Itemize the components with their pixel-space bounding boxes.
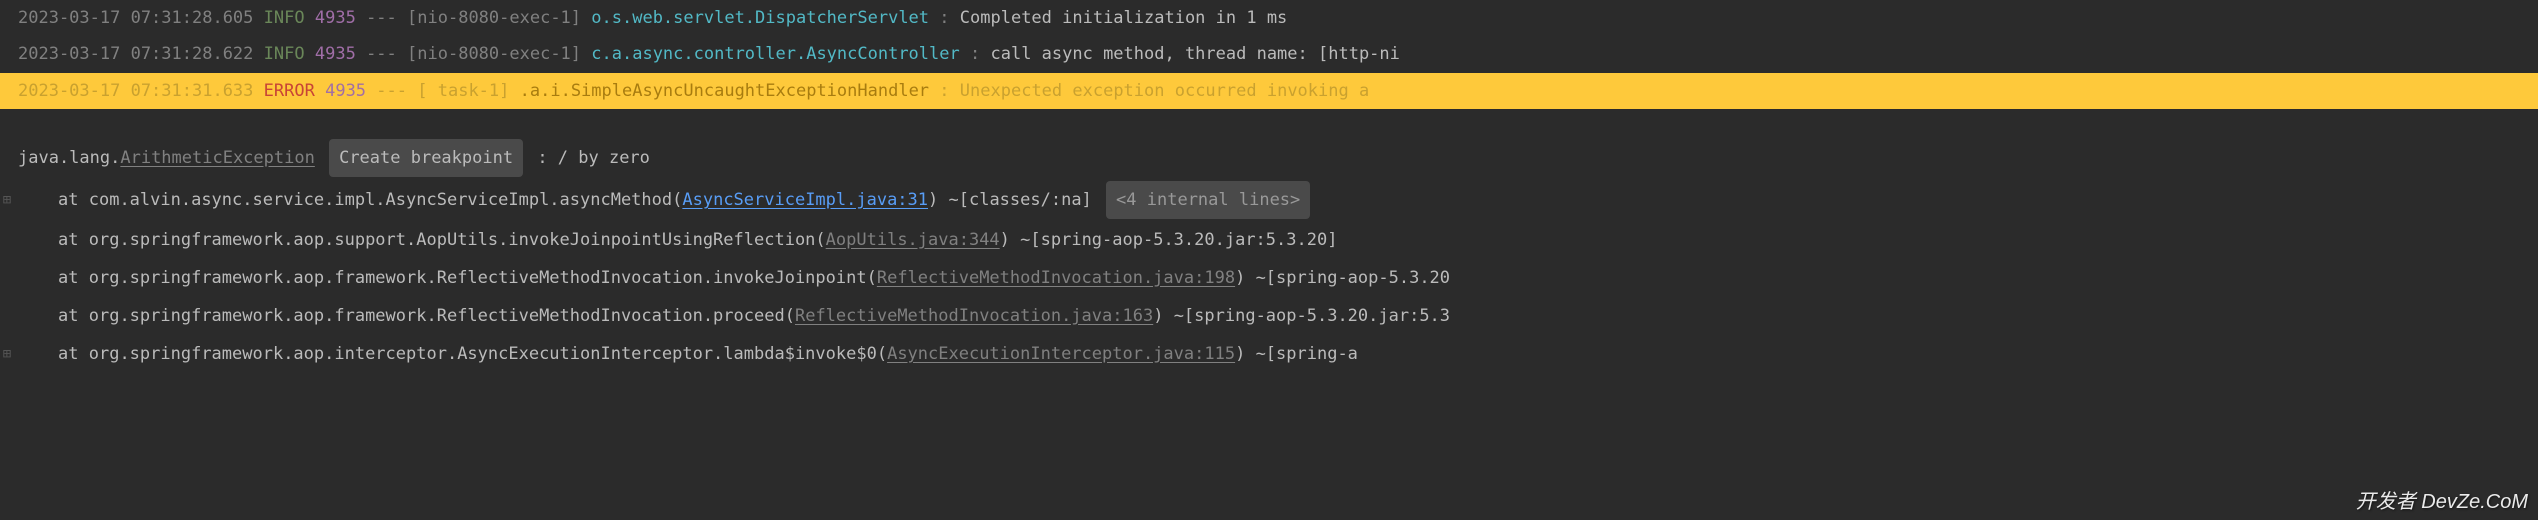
exception-prefix: java.lang. bbox=[18, 148, 120, 168]
console-output: 2023-03-17 07:31:28.605 INFO 4935 --- [n… bbox=[0, 0, 2538, 373]
log-pid: 4935 bbox=[315, 8, 356, 28]
log-colon: : bbox=[970, 44, 980, 64]
stack-suffix: ~[spring-aop-5.3.20.jar:5.3.20] bbox=[1010, 230, 1338, 250]
source-file-link[interactable]: ReflectiveMethodInvocation.java:163 bbox=[795, 306, 1153, 326]
log-colon: : bbox=[939, 81, 949, 101]
stack-method: org.springframework.aop.framework.Reflec… bbox=[89, 268, 867, 288]
log-timestamp: 2023-03-17 07:31:31.633 bbox=[18, 81, 253, 101]
stack-at: at bbox=[58, 344, 78, 364]
log-colon: : bbox=[939, 8, 949, 28]
log-message: Completed initialization in 1 ms bbox=[960, 8, 1288, 28]
stack-frame: at org.springframework.aop.support.AopUt… bbox=[0, 221, 2538, 259]
expand-icon[interactable]: ⊞ bbox=[0, 186, 14, 214]
log-logger: c.a.async.controller.AsyncController bbox=[591, 44, 970, 64]
stack-at: at bbox=[58, 306, 78, 326]
internal-lines-badge[interactable]: <4 internal lines> bbox=[1106, 181, 1310, 219]
exception-class-link[interactable]: ArithmeticException bbox=[120, 148, 314, 168]
stack-suffix: ~[classes/:na] bbox=[938, 190, 1092, 210]
log-line: 2023-03-17 07:31:28.622 INFO 4935 --- [n… bbox=[0, 36, 2538, 72]
source-file-link[interactable]: AopUtils.java:344 bbox=[826, 230, 1000, 250]
log-level-info: INFO bbox=[264, 8, 305, 28]
log-timestamp: 2023-03-17 07:31:28.605 bbox=[18, 8, 253, 28]
exception-line: java.lang.ArithmeticException Create bre… bbox=[0, 137, 2538, 179]
stack-at: at bbox=[58, 268, 78, 288]
log-level-info: INFO bbox=[264, 44, 305, 64]
stack-method: org.springframework.aop.framework.Reflec… bbox=[89, 306, 785, 326]
stack-frame: at org.springframework.aop.framework.Ref… bbox=[0, 297, 2538, 335]
stack-frame: ⊞ at com.alvin.async.service.impl.AsyncS… bbox=[0, 179, 2538, 221]
stacktrace-area: java.lang.ArithmeticException Create bre… bbox=[0, 137, 2538, 373]
log-level-error: ERROR bbox=[264, 81, 315, 101]
source-file-link[interactable]: ReflectiveMethodInvocation.java:198 bbox=[877, 268, 1235, 288]
exception-message: : / by zero bbox=[527, 148, 650, 168]
expand-icon[interactable]: ⊞ bbox=[0, 340, 14, 368]
stack-method: com.alvin.async.service.impl.AsyncServic… bbox=[89, 190, 672, 210]
log-pid: 4935 bbox=[325, 81, 366, 101]
stack-suffix: ~[spring-aop-5.3.20.jar:5.3 bbox=[1163, 306, 1450, 326]
log-thread: [ task-1] bbox=[417, 81, 509, 101]
watermark: 开发者 DevZe.CoM bbox=[2356, 485, 2528, 514]
log-timestamp: 2023-03-17 07:31:28.622 bbox=[18, 44, 253, 64]
log-line-highlighted[interactable]: 2023-03-17 07:31:31.633 ERROR 4935 --- [… bbox=[0, 73, 2538, 109]
stack-at: at bbox=[58, 190, 78, 210]
log-line: 2023-03-17 07:31:28.605 INFO 4935 --- [n… bbox=[0, 0, 2538, 36]
stack-suffix: ~[spring-aop-5.3.20 bbox=[1245, 268, 1450, 288]
log-dashes: --- bbox=[366, 8, 397, 28]
log-pid: 4935 bbox=[315, 44, 356, 64]
stack-suffix: ~[spring-a bbox=[1245, 344, 1358, 364]
stack-at: at bbox=[58, 230, 78, 250]
log-dashes: --- bbox=[376, 81, 407, 101]
source-file-link[interactable]: AsyncServiceImpl.java:31 bbox=[682, 190, 928, 210]
create-breakpoint-button[interactable]: Create breakpoint bbox=[329, 139, 523, 177]
log-logger: .a.i.SimpleAsyncUncaughtExceptionHandler bbox=[520, 81, 929, 101]
stack-frame: ⊞ at org.springframework.aop.interceptor… bbox=[0, 335, 2538, 373]
log-dashes: --- bbox=[366, 44, 397, 64]
log-message: call async method, thread name: [http-ni bbox=[990, 44, 1399, 64]
log-thread: [nio-8080-exec-1] bbox=[407, 8, 581, 28]
stack-method: org.springframework.aop.interceptor.Asyn… bbox=[89, 344, 877, 364]
log-thread: [nio-8080-exec-1] bbox=[407, 44, 581, 64]
stack-method: org.springframework.aop.support.AopUtils… bbox=[89, 230, 816, 250]
log-logger: o.s.web.servlet.DispatcherServlet bbox=[591, 8, 939, 28]
log-message: Unexpected exception occurred invoking a bbox=[960, 81, 1369, 101]
source-file-link[interactable]: AsyncExecutionInterceptor.java:115 bbox=[887, 344, 1235, 364]
stack-frame: at org.springframework.aop.framework.Ref… bbox=[0, 259, 2538, 297]
